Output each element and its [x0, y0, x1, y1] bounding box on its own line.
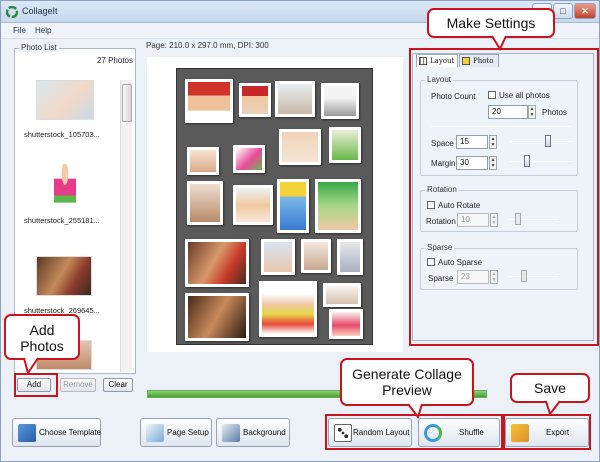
settings-highlight-box: [409, 48, 599, 346]
choose-template-button[interactable]: Choose Template: [12, 418, 101, 447]
collage-photo: [185, 79, 233, 123]
scrollbar-thumb[interactable]: [122, 84, 132, 122]
make-settings-callout-tail: [491, 35, 507, 52]
photo-list-scrollbar[interactable]: [120, 80, 132, 372]
collage-photo: [239, 83, 271, 117]
collage-photo: [329, 127, 361, 163]
collage-photo: [275, 81, 315, 117]
save-callout-tail: [545, 400, 561, 417]
collageit-logo-icon: [6, 6, 18, 18]
collage-photo: [277, 179, 309, 233]
list-item[interactable]: shutterstock_105703...: [24, 78, 116, 146]
collage-photo: [315, 179, 361, 233]
maximize-button[interactable]: □: [553, 3, 573, 19]
collage-photo: [321, 83, 359, 119]
background-label: Background: [243, 428, 286, 437]
list-item[interactable]: shutterstock_269645...: [24, 252, 116, 318]
add-photos-callout: Add Photos: [4, 314, 80, 360]
photo-thumbnail: [36, 80, 94, 120]
collage-photo: [259, 281, 317, 337]
page-setup-button[interactable]: Page Setup: [140, 418, 212, 447]
collage-photo: [337, 239, 363, 275]
make-settings-callout: Make Settings: [427, 8, 555, 38]
collage-photo: [233, 185, 273, 225]
clear-button[interactable]: Clear: [103, 378, 133, 392]
remove-button[interactable]: Remove: [60, 378, 96, 392]
background-icon: [222, 424, 240, 442]
template-icon: [18, 424, 36, 442]
photo-thumbnail: [54, 164, 76, 212]
generate-callout-tail: [407, 403, 423, 420]
collage-photo: [185, 239, 249, 287]
save-callout: Save: [510, 373, 590, 403]
window-title: CollageIt: [22, 6, 58, 16]
page-setup-icon: [146, 424, 164, 442]
collage-photo: [261, 239, 295, 275]
menu-help[interactable]: Help: [35, 26, 51, 35]
photo-thumbnail: [36, 256, 92, 296]
save-highlight-box: [503, 414, 591, 450]
collage-photo: [279, 129, 321, 165]
background-button[interactable]: Background: [216, 418, 290, 447]
collage-photo: [301, 239, 331, 273]
collage-photo: [187, 147, 219, 175]
list-item[interactable]: shutterstock_255181...: [24, 160, 116, 230]
collage-photo: [233, 145, 265, 173]
close-button[interactable]: ✕: [574, 3, 596, 19]
photo-caption: shutterstock_255181...: [24, 216, 100, 225]
photo-count-label: 27 Photos: [96, 56, 133, 65]
generate-callout: Generate Collage Preview: [340, 358, 474, 406]
add-photos-callout-tail: [23, 357, 39, 376]
page-setup-label: Page Setup: [167, 428, 209, 437]
generate-highlight-box: [325, 414, 503, 450]
collage-photo: [187, 181, 223, 225]
page-info-label: Page: 210.0 x 297.0 mm, DPI: 300: [146, 41, 269, 50]
collage-photo: [323, 283, 361, 307]
menu-file[interactable]: File: [13, 26, 26, 35]
collage-photo: [329, 309, 363, 339]
collage-photo: [185, 293, 249, 341]
photo-caption: shutterstock_105703...: [24, 130, 100, 139]
collage-canvas[interactable]: [176, 68, 373, 345]
photo-list-label: Photo List: [19, 43, 59, 52]
add-highlight-box: [14, 373, 58, 397]
choose-template-label: Choose Template: [39, 428, 102, 437]
